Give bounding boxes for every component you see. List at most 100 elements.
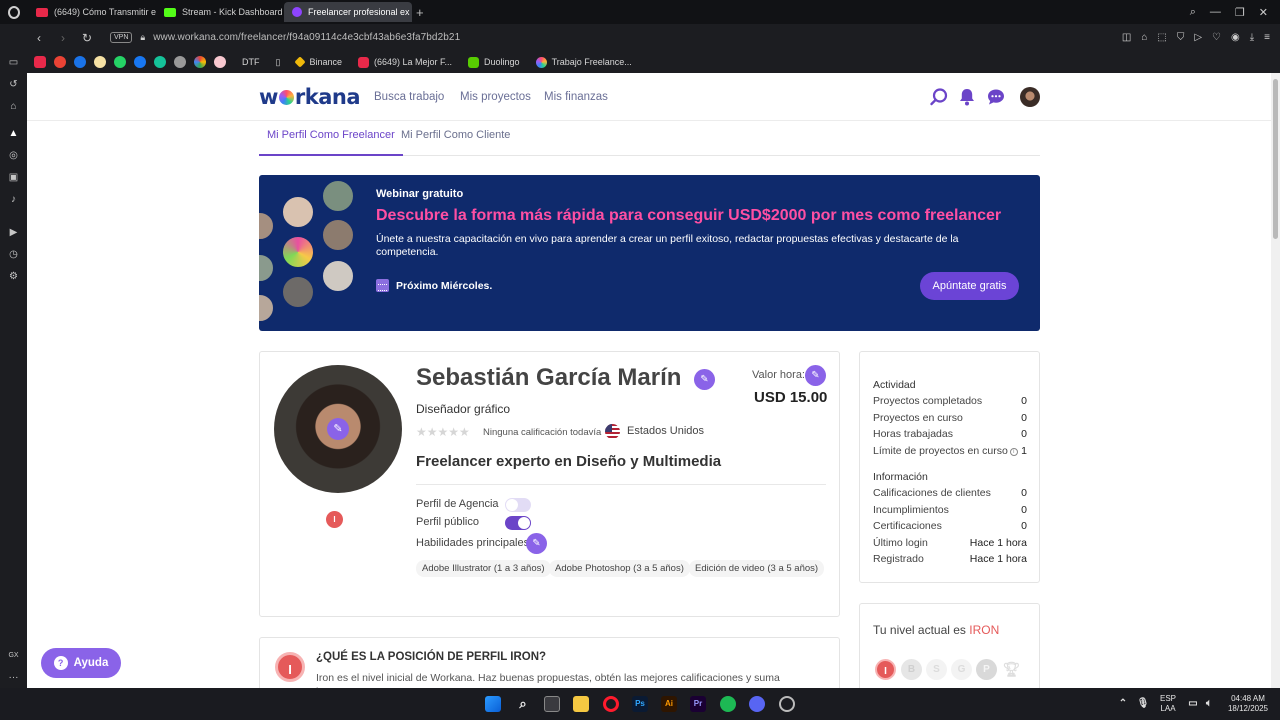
tab-youtube[interactable]: (6649) Cómo Transmitir e — [28, 2, 156, 22]
wallet-icon[interactable]: ▭ — [7, 57, 20, 69]
edit-rate-icon[interactable]: ✎ — [805, 365, 826, 386]
opera-logo-icon[interactable] — [0, 0, 28, 24]
menu-icon[interactable]: ≡ — [1264, 32, 1270, 43]
discord-icon[interactable] — [749, 696, 765, 712]
tab-client-profile[interactable]: Mi Perfil Como Cliente — [393, 129, 518, 156]
back-icon[interactable]: ‹ — [30, 31, 48, 45]
tiktok-icon[interactable]: ♪ — [7, 194, 20, 206]
search-icon[interactable] — [929, 87, 949, 107]
more-icon[interactable]: ··· — [7, 672, 20, 684]
download-icon[interactable]: ⤓ — [1250, 32, 1254, 43]
threads-bookmark-icon[interactable] — [174, 56, 186, 68]
scrollbar-thumb[interactable] — [1273, 79, 1278, 239]
vpn-badge[interactable]: VPN — [110, 32, 133, 43]
facebook-bookmark-icon[interactable] — [134, 56, 146, 68]
gx-icon[interactable]: GX — [7, 650, 20, 662]
gmail-bookmark-icon[interactable] — [54, 56, 66, 68]
cloud-bookmark-icon[interactable] — [94, 56, 106, 68]
page-scrollbar[interactable] — [1271, 73, 1280, 688]
task-view-icon[interactable] — [544, 696, 560, 712]
forward-icon[interactable]: › — [54, 31, 72, 45]
player-icon[interactable]: ▶ — [7, 227, 20, 239]
minimize-icon[interactable]: — — [1210, 6, 1221, 19]
illustrator-icon[interactable]: Ai — [661, 696, 677, 712]
bookmark-workana[interactable]: Trabajo Freelance... — [535, 56, 632, 68]
heart-icon[interactable]: ♡ — [1212, 32, 1221, 43]
level-badge-silver: S — [926, 659, 947, 680]
user-avatar[interactable] — [1020, 87, 1040, 107]
keyboard-language[interactable]: ESP LAA — [1156, 694, 1180, 714]
windows-start-icon[interactable] — [485, 696, 501, 712]
bookmark-duolingo[interactable]: Duolingo — [468, 56, 520, 68]
restore-icon[interactable]: ❐ — [1235, 6, 1245, 19]
tab-kick[interactable]: Stream - Kick Dashboard — [156, 2, 284, 22]
edit-photo-icon[interactable]: ✎ — [327, 418, 349, 440]
public-profile-toggle[interactable] — [505, 516, 531, 530]
youtube-bookmark-icon[interactable] — [34, 56, 46, 68]
profile-icon[interactable]: ◉ — [1231, 32, 1240, 43]
aria-ai-icon[interactable]: ▲ — [7, 128, 20, 140]
stat-row: Horas trabajadas 0 — [873, 428, 1027, 440]
network-icon[interactable]: ▭ — [1185, 696, 1201, 712]
rating-stars: ★★★★★ — [416, 425, 470, 439]
aria-icon[interactable]: ↺ — [7, 79, 20, 91]
bookmark-binance[interactable]: Binance — [294, 56, 342, 68]
signup-button[interactable]: Apúntate gratis — [920, 272, 1019, 300]
snapshot-icon[interactable]: ⬚ — [1157, 32, 1166, 43]
steam-icon[interactable] — [779, 696, 795, 712]
bell-icon[interactable] — [957, 87, 977, 107]
level-badge-gold: G — [951, 659, 972, 680]
whatsapp-bookmark-icon[interactable] — [114, 56, 126, 68]
play-icon[interactable]: ▷ — [1194, 32, 1202, 43]
bookmark-dtf[interactable]: DTF — [242, 57, 260, 67]
search-tabs-icon[interactable]: ⌕ — [1190, 6, 1196, 19]
grammarly-bookmark-icon[interactable] — [154, 56, 166, 68]
agency-profile-toggle[interactable] — [505, 498, 531, 512]
edit-name-icon[interactable]: ✎ — [694, 369, 715, 390]
bookmark-page[interactable]: ▯ — [276, 57, 281, 68]
shield-icon[interactable]: ⛉ — [1177, 32, 1185, 43]
workana-logo[interactable]: w rkana — [259, 85, 361, 109]
photoshop-icon[interactable]: Ps — [632, 696, 648, 712]
address-actions: ◫ ⌂ ⬚ ⛉ ▷ ♡ ◉ ⤓ ≡ — [1122, 32, 1280, 43]
banner-date-text: Próximo Miércoles. — [396, 279, 493, 292]
stat-label: Último login — [873, 537, 928, 549]
crypto-icon[interactable]: ⌂ — [7, 101, 20, 113]
info-icon[interactable]: i — [1009, 448, 1018, 456]
nav-mis-finanzas[interactable]: Mis finanzas — [544, 91, 608, 103]
photos-bookmark-icon[interactable] — [194, 56, 206, 68]
lock-icon[interactable]: 🔒︎ — [140, 32, 145, 43]
edit-skills-icon[interactable]: ✎ — [526, 533, 547, 554]
search-icon[interactable]: ⌕ — [515, 696, 531, 712]
spotify-icon[interactable] — [720, 696, 736, 712]
nav-busca-trabajo[interactable]: Busca trabajo — [374, 91, 444, 103]
file-explorer-icon[interactable] — [573, 696, 589, 712]
banner-date: Próximo Miércoles. — [376, 279, 492, 292]
clock[interactable]: 04:48 AM 18/12/2025 — [1224, 694, 1272, 714]
split-view-icon[interactable]: ◫ — [1122, 32, 1131, 43]
chat-icon[interactable] — [986, 87, 1006, 107]
extension-bookmark-icon[interactable] — [214, 56, 226, 68]
settings-icon[interactable]: ⚙ — [7, 271, 20, 283]
trophy-icon: 🏆︎ — [1002, 661, 1021, 677]
profile-name: Sebastián García Marín — [416, 364, 682, 391]
premiere-icon[interactable]: Pr — [690, 696, 706, 712]
new-tab-button[interactable]: + — [416, 5, 424, 20]
tab-freelancer-profile[interactable]: Mi Perfil Como Freelancer — [259, 129, 403, 156]
reload-icon[interactable]: ↻ — [78, 31, 96, 45]
nav-mis-proyectos[interactable]: Mis proyectos — [460, 91, 531, 103]
close-icon[interactable]: ✕ — [1259, 6, 1268, 19]
whatsapp-icon[interactable]: ◎ — [7, 150, 20, 162]
bookmark-youtube[interactable]: (6649) La Mejor F... — [357, 56, 452, 68]
chevron-up-icon[interactable]: ⌃ — [1115, 696, 1131, 712]
history-icon[interactable]: ◷ — [7, 249, 20, 261]
tab-workana[interactable]: Freelancer profesional ex — [284, 2, 412, 22]
outlook-bookmark-icon[interactable] — [74, 56, 86, 68]
microphone-icon[interactable]: 🎙︎ — [1135, 696, 1151, 712]
pin-icon[interactable]: ⌂ — [1141, 32, 1147, 43]
volume-icon[interactable]: 🔈︎ — [1201, 696, 1217, 712]
url-field[interactable]: www.workana.com/freelancer/f94a09114c4e3… — [153, 32, 460, 43]
help-button[interactable]: ? Ayuda — [41, 648, 121, 678]
opera-gx-icon[interactable] — [603, 696, 619, 712]
instagram-icon[interactable]: ▣ — [7, 172, 20, 184]
